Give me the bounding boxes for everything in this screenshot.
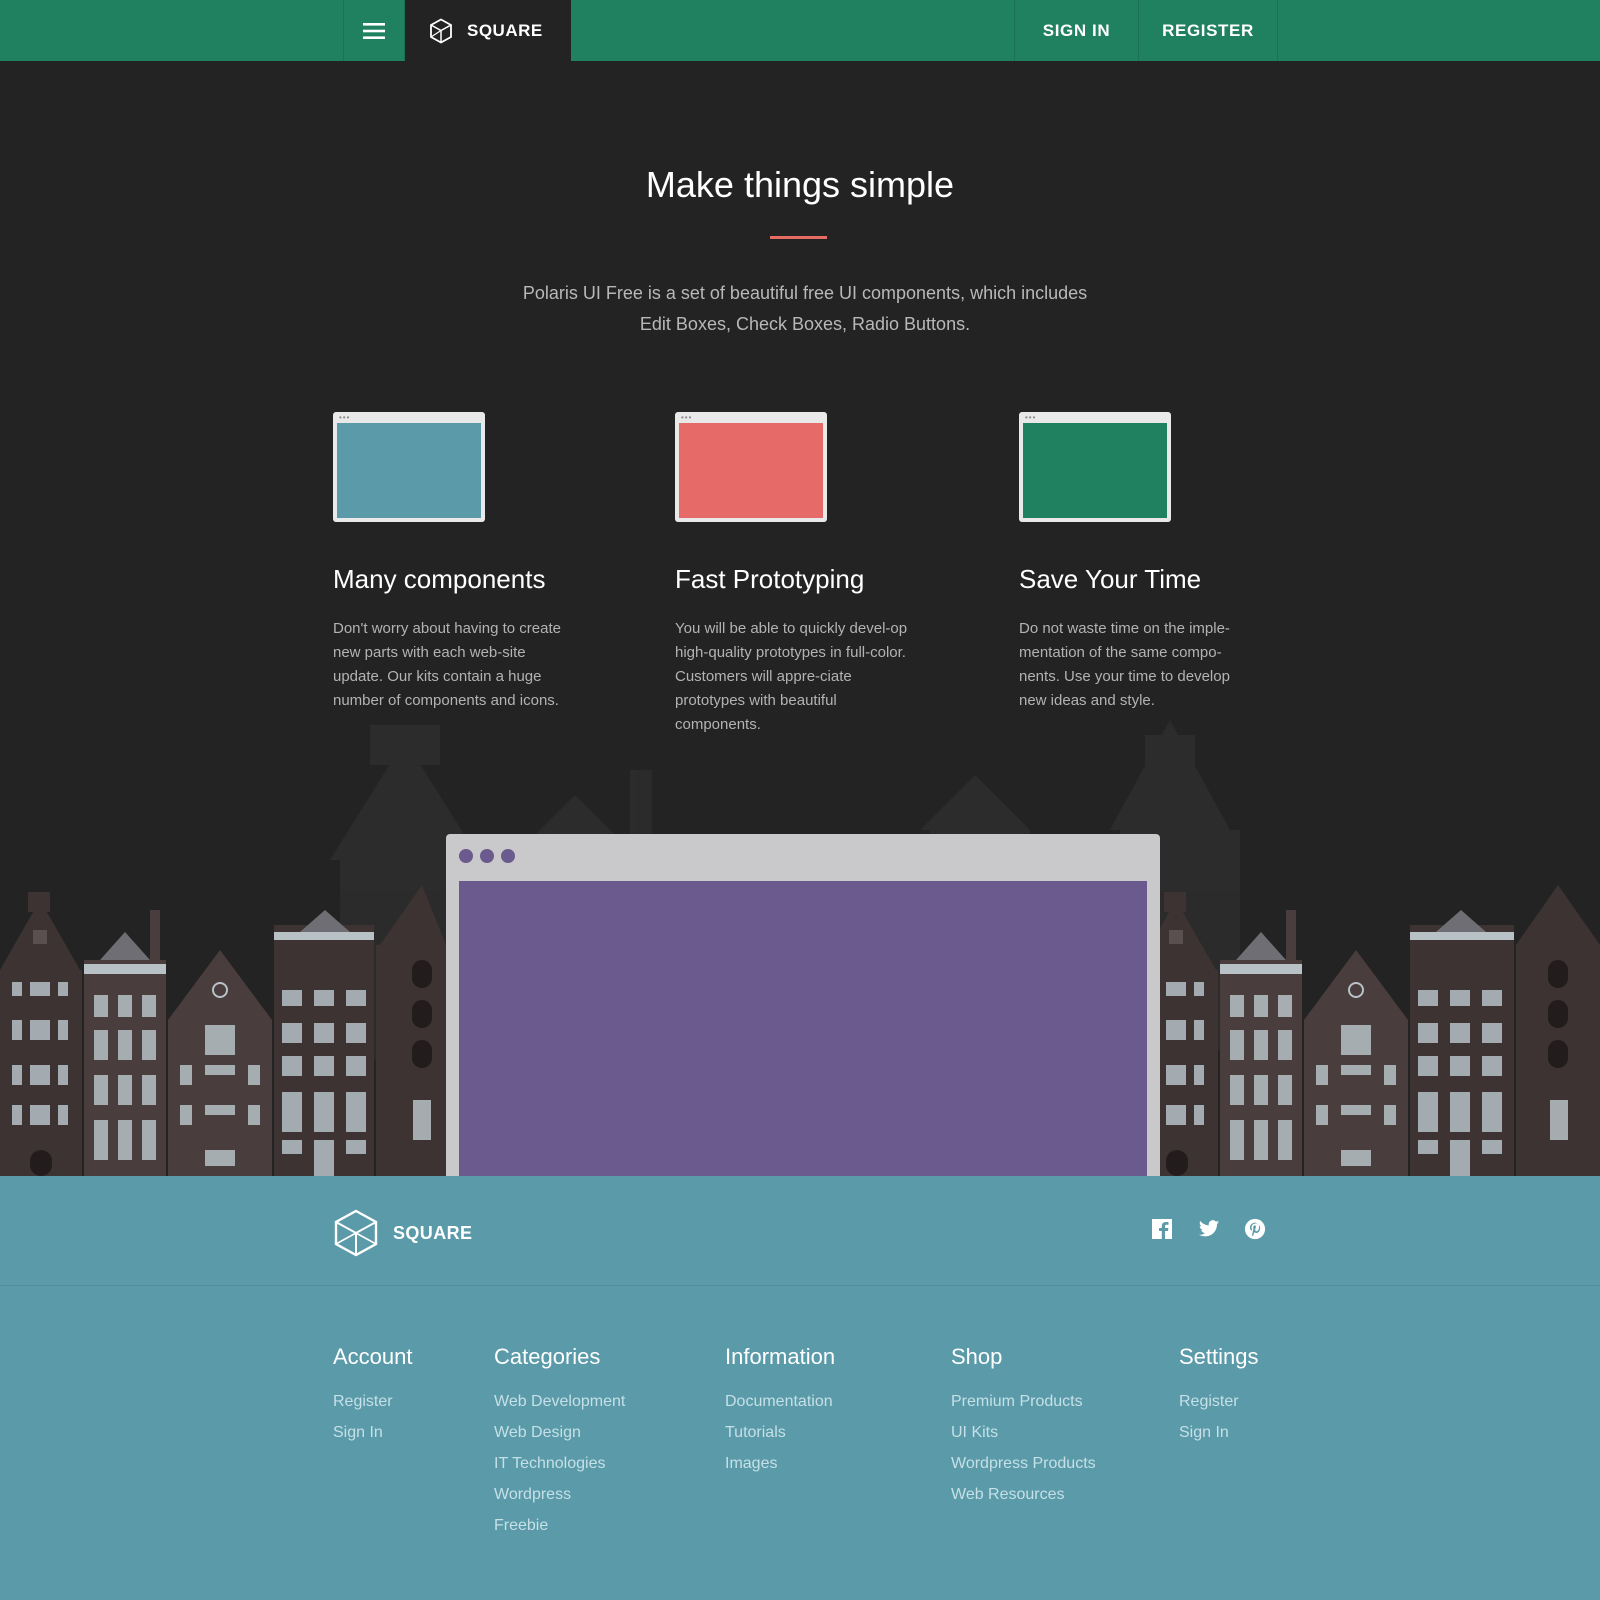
footer-link[interactable]: Web Development <box>494 1386 625 1417</box>
footer-column-settings: Settings Register Sign In <box>1179 1344 1259 1448</box>
footer-link[interactable]: Register <box>1179 1386 1259 1417</box>
feature-title: Fast Prototyping <box>675 564 865 594</box>
browser-dot <box>480 849 494 863</box>
window-screen <box>337 423 481 518</box>
footer-column-title: Account <box>333 1344 413 1369</box>
footer-link[interactable]: Freebie <box>494 1510 625 1541</box>
browser-dot <box>501 849 515 863</box>
footer: SQUARE Account Register Sign In Categori… <box>0 1176 1600 1600</box>
footer-column-information: Information Documentation Tutorials Imag… <box>725 1344 835 1479</box>
footer-column-title: Shop <box>951 1344 1003 1369</box>
top-nav: SQUARE SIGN IN REGISTER <box>0 0 1600 61</box>
footer-link[interactable]: Images <box>725 1448 835 1479</box>
window-screen <box>679 423 823 518</box>
feature-fast-prototyping: ••• Fast Prototyping You will be able to… <box>675 412 925 737</box>
menu-button[interactable] <box>343 0 405 61</box>
brand-name: SQUARE <box>467 20 543 40</box>
browser-mockup <box>446 834 1160 1176</box>
footer-link[interactable]: Wordpress Products <box>951 1448 1096 1479</box>
feature-window-illustration: ••• <box>333 412 485 522</box>
feature-text: Don't worry about having to create new p… <box>333 620 561 709</box>
footer-brand-name: SQUARE <box>393 1222 473 1243</box>
hero-divider <box>770 236 827 239</box>
footer-brand-logo[interactable]: SQUARE <box>333 1209 472 1257</box>
feature-title: Many components <box>333 564 546 594</box>
footer-column-account: Account Register Sign In <box>333 1344 413 1448</box>
cube-icon <box>430 17 452 44</box>
footer-link[interactable]: Sign In <box>333 1417 413 1448</box>
register-link[interactable]: REGISTER <box>1138 0 1278 61</box>
hero-title: Make things simple <box>645 164 955 205</box>
window-dots: ••• <box>339 413 351 422</box>
footer-link[interactable]: Register <box>333 1386 413 1417</box>
browser-dot <box>459 849 473 863</box>
footer-link[interactable]: Tutorials <box>725 1417 835 1448</box>
hero-subtitle: Polaris UI Free is a set of beautiful fr… <box>522 283 1088 334</box>
cube-icon <box>334 1209 378 1257</box>
feature-text: Do not waste time on the imple-mentation… <box>1019 620 1230 709</box>
window-dots: ••• <box>1025 413 1037 422</box>
twitter-icon[interactable] <box>1198 1218 1220 1240</box>
footer-column-title: Categories <box>494 1344 601 1369</box>
footer-top-bar: SQUARE <box>0 1176 1600 1286</box>
facebook-icon[interactable] <box>1151 1218 1173 1240</box>
footer-link[interactable]: Premium Products <box>951 1386 1096 1417</box>
hamburger-icon <box>363 22 385 39</box>
footer-link[interactable]: IT Technologies <box>494 1448 625 1479</box>
feature-title: Save Your Time <box>1019 564 1202 594</box>
footer-link[interactable]: UI Kits <box>951 1417 1096 1448</box>
feature-text: You will be able to quickly devel-op hig… <box>675 620 908 733</box>
footer-link[interactable]: Sign In <box>1179 1417 1259 1448</box>
footer-link[interactable]: Web Resources <box>951 1479 1096 1510</box>
window-dots: ••• <box>681 413 693 422</box>
window-screen <box>1023 423 1167 518</box>
sign-in-link[interactable]: SIGN IN <box>1014 0 1138 61</box>
feature-save-time: ••• Save Your Time Do not waste time on … <box>1019 412 1269 713</box>
feature-many-components: ••• Many components Don't worry about ha… <box>333 412 583 713</box>
feature-window-illustration: ••• <box>1019 412 1171 522</box>
footer-column-shop: Shop Premium Products UI Kits Wordpress … <box>951 1344 1096 1510</box>
brand-logo[interactable]: SQUARE <box>405 0 571 61</box>
browser-screen <box>459 881 1147 1176</box>
footer-column-categories: Categories Web Development Web Design IT… <box>494 1344 625 1541</box>
footer-column-title: Information <box>725 1344 836 1369</box>
feature-window-illustration: ••• <box>675 412 827 522</box>
footer-link[interactable]: Wordpress <box>494 1479 625 1510</box>
footer-link[interactable]: Documentation <box>725 1386 835 1417</box>
footer-column-title: Settings <box>1179 1344 1259 1369</box>
footer-link[interactable]: Web Design <box>494 1417 625 1448</box>
pinterest-icon[interactable] <box>1244 1218 1266 1240</box>
